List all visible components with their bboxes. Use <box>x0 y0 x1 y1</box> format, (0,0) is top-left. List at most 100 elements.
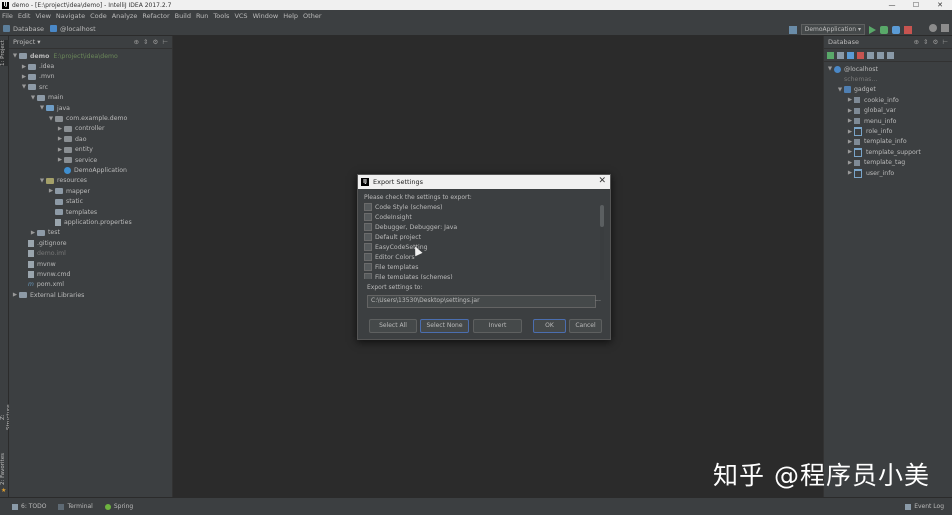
gear-icon[interactable]: ⚙ <box>153 38 159 46</box>
tree-item[interactable]: .gitignore <box>9 238 172 248</box>
favorites-tool-tab[interactable]: 2: Favorites <box>0 452 9 486</box>
chevron-down-icon[interactable]: ▼ <box>38 105 46 111</box>
console-icon[interactable] <box>877 51 884 59</box>
build-icon[interactable] <box>788 25 797 34</box>
chevron-down-icon[interactable]: ▼ <box>38 178 46 184</box>
chevron-right-icon[interactable]: ▶ <box>846 129 854 135</box>
settings-checkbox-item[interactable]: Default project <box>364 232 604 242</box>
tree-item[interactable]: static <box>9 196 172 206</box>
tree-item[interactable]: ▶ service <box>9 155 172 165</box>
tree-item[interactable]: ▶ entity <box>9 145 172 155</box>
chevron-right-icon[interactable]: ▶ <box>846 118 854 124</box>
chevron-right-icon[interactable]: ▶ <box>20 74 28 80</box>
maximize-button[interactable]: ☐ <box>904 0 928 10</box>
chevron-down-icon[interactable]: ▼ <box>47 116 55 122</box>
settings-checkbox-item[interactable]: Debugger, Debugger: Java <box>364 222 604 232</box>
menu-navigate[interactable]: Navigate <box>56 12 85 20</box>
checkbox[interactable] <box>364 233 372 241</box>
tree-item[interactable]: application.properties <box>9 217 172 227</box>
menu-code[interactable]: Code <box>90 12 107 20</box>
refresh-icon[interactable] <box>847 51 854 59</box>
chevron-down-icon[interactable]: ▼ <box>29 95 37 101</box>
breadcrumb-database[interactable]: Database <box>13 25 44 33</box>
terminal-tool-button[interactable]: Terminal <box>58 503 93 510</box>
checkbox[interactable] <box>364 243 372 251</box>
menu-refactor[interactable]: Refactor <box>142 12 169 20</box>
chevron-right-icon[interactable]: ▶ <box>29 230 37 236</box>
settings-checkbox-item[interactable]: File templates (schemes) <box>364 272 604 279</box>
tree-item[interactable]: ▶ template_tag <box>824 158 952 168</box>
tree-item[interactable]: mvnw <box>9 259 172 269</box>
tree-item[interactable]: ▶ role_info <box>824 126 952 137</box>
checkbox[interactable] <box>364 203 372 211</box>
menu-help[interactable]: Help <box>283 12 298 20</box>
collapse-icon[interactable]: ⇕ <box>143 38 148 46</box>
settings-icon[interactable] <box>941 24 949 32</box>
settings-checkbox-item[interactable]: EasyCodeSetting <box>364 242 604 252</box>
close-window-button[interactable]: ✕ <box>928 0 952 10</box>
settings-checkbox-item[interactable]: Code Style (schemes) <box>364 202 604 212</box>
tree-item[interactable]: ▶ External Libraries <box>9 290 172 300</box>
search-everywhere-icon[interactable] <box>929 24 937 32</box>
collapse-icon[interactable]: ⇕ <box>923 38 928 46</box>
tree-item[interactable]: ▶ menu_info <box>824 116 952 126</box>
structure-tool-tab[interactable]: Z: Structure <box>0 402 12 432</box>
debug-icon[interactable] <box>880 25 888 34</box>
chevron-right-icon[interactable]: ▶ <box>846 97 854 103</box>
run-icon[interactable] <box>869 25 876 34</box>
menu-edit[interactable]: Edit <box>18 12 31 20</box>
add-icon[interactable] <box>827 51 834 59</box>
chevron-right-icon[interactable]: ▶ <box>846 149 854 155</box>
checkbox[interactable] <box>364 273 372 279</box>
chevron-right-icon[interactable]: ▶ <box>846 170 854 176</box>
hide-icon[interactable]: ⊢ <box>162 38 168 46</box>
chevron-right-icon[interactable]: ▶ <box>20 64 28 70</box>
chevron-down-icon[interactable]: ▼ <box>826 66 834 72</box>
browse-button[interactable]: ... <box>593 295 603 306</box>
chevron-right-icon[interactable]: ▶ <box>846 108 854 114</box>
export-path-input[interactable]: C:\Users\13530\Desktop\settings.jar <box>367 295 596 308</box>
menu-run[interactable]: Run <box>196 12 208 20</box>
coverage-icon[interactable] <box>892 25 900 34</box>
tree-item[interactable]: ▶ dao <box>9 134 172 144</box>
chevron-right-icon[interactable]: ▶ <box>11 292 19 298</box>
tree-item[interactable]: ▶ mapper <box>9 186 172 196</box>
settings-checkbox-item[interactable]: Editor Colors <box>364 252 604 262</box>
cancel-button[interactable]: Cancel <box>569 319 602 333</box>
tree-item[interactable]: ▶ .idea <box>9 61 172 71</box>
checkbox[interactable] <box>364 213 372 221</box>
run-configuration-select[interactable]: DemoApplication ▾ <box>800 24 865 35</box>
tree-item[interactable]: DemoApplication <box>9 165 172 175</box>
tree-item[interactable]: schemas... <box>824 74 952 84</box>
tree-item[interactable]: ▶ user_info <box>824 168 952 178</box>
select-none-button[interactable]: Select None <box>420 319 469 333</box>
chevron-right-icon[interactable]: ▶ <box>846 160 854 166</box>
chevron-down-icon[interactable]: ▼ <box>20 84 28 90</box>
scrollbar-thumb[interactable] <box>600 205 604 227</box>
tree-item[interactable]: mvnw.cmd <box>9 269 172 279</box>
sync-icon[interactable]: ⊕ <box>914 38 919 46</box>
tree-item[interactable]: ▶ global_var <box>824 106 952 116</box>
gear-icon[interactable]: ⚙ <box>933 38 939 46</box>
ok-button[interactable]: OK <box>533 319 566 333</box>
project-tool-tab[interactable]: 1: Project <box>0 40 9 66</box>
chevron-down-icon[interactable]: ▼ <box>11 53 19 59</box>
settings-list-scrollbar[interactable] <box>600 205 604 280</box>
chevron-right-icon[interactable]: ▶ <box>56 157 64 163</box>
hide-icon[interactable]: ⊢ <box>942 38 948 46</box>
project-view-select[interactable]: Project ▾ <box>13 38 41 46</box>
tree-item[interactable]: ▼ java <box>9 103 172 113</box>
tree-item[interactable]: ▼ com.example.demo <box>9 113 172 123</box>
breadcrumb-localhost[interactable]: @localhost <box>60 25 96 33</box>
tree-item[interactable]: m pom.xml <box>9 280 172 290</box>
menu-other[interactable]: Other <box>303 12 321 20</box>
minimize-button[interactable]: — <box>880 0 904 10</box>
chevron-down-icon[interactable]: ▼ <box>836 87 844 93</box>
select-all-button[interactable]: Select All <box>369 319 417 333</box>
tree-item[interactable]: ▼ demo E:\project\idea\demo <box>9 51 172 61</box>
tree-item[interactable]: ▶ cookie_info <box>824 95 952 105</box>
filter-icon[interactable] <box>887 51 894 59</box>
invert-button[interactable]: Invert <box>473 319 522 333</box>
menu-vcs[interactable]: VCS <box>234 12 247 20</box>
stop-icon[interactable] <box>857 51 864 59</box>
